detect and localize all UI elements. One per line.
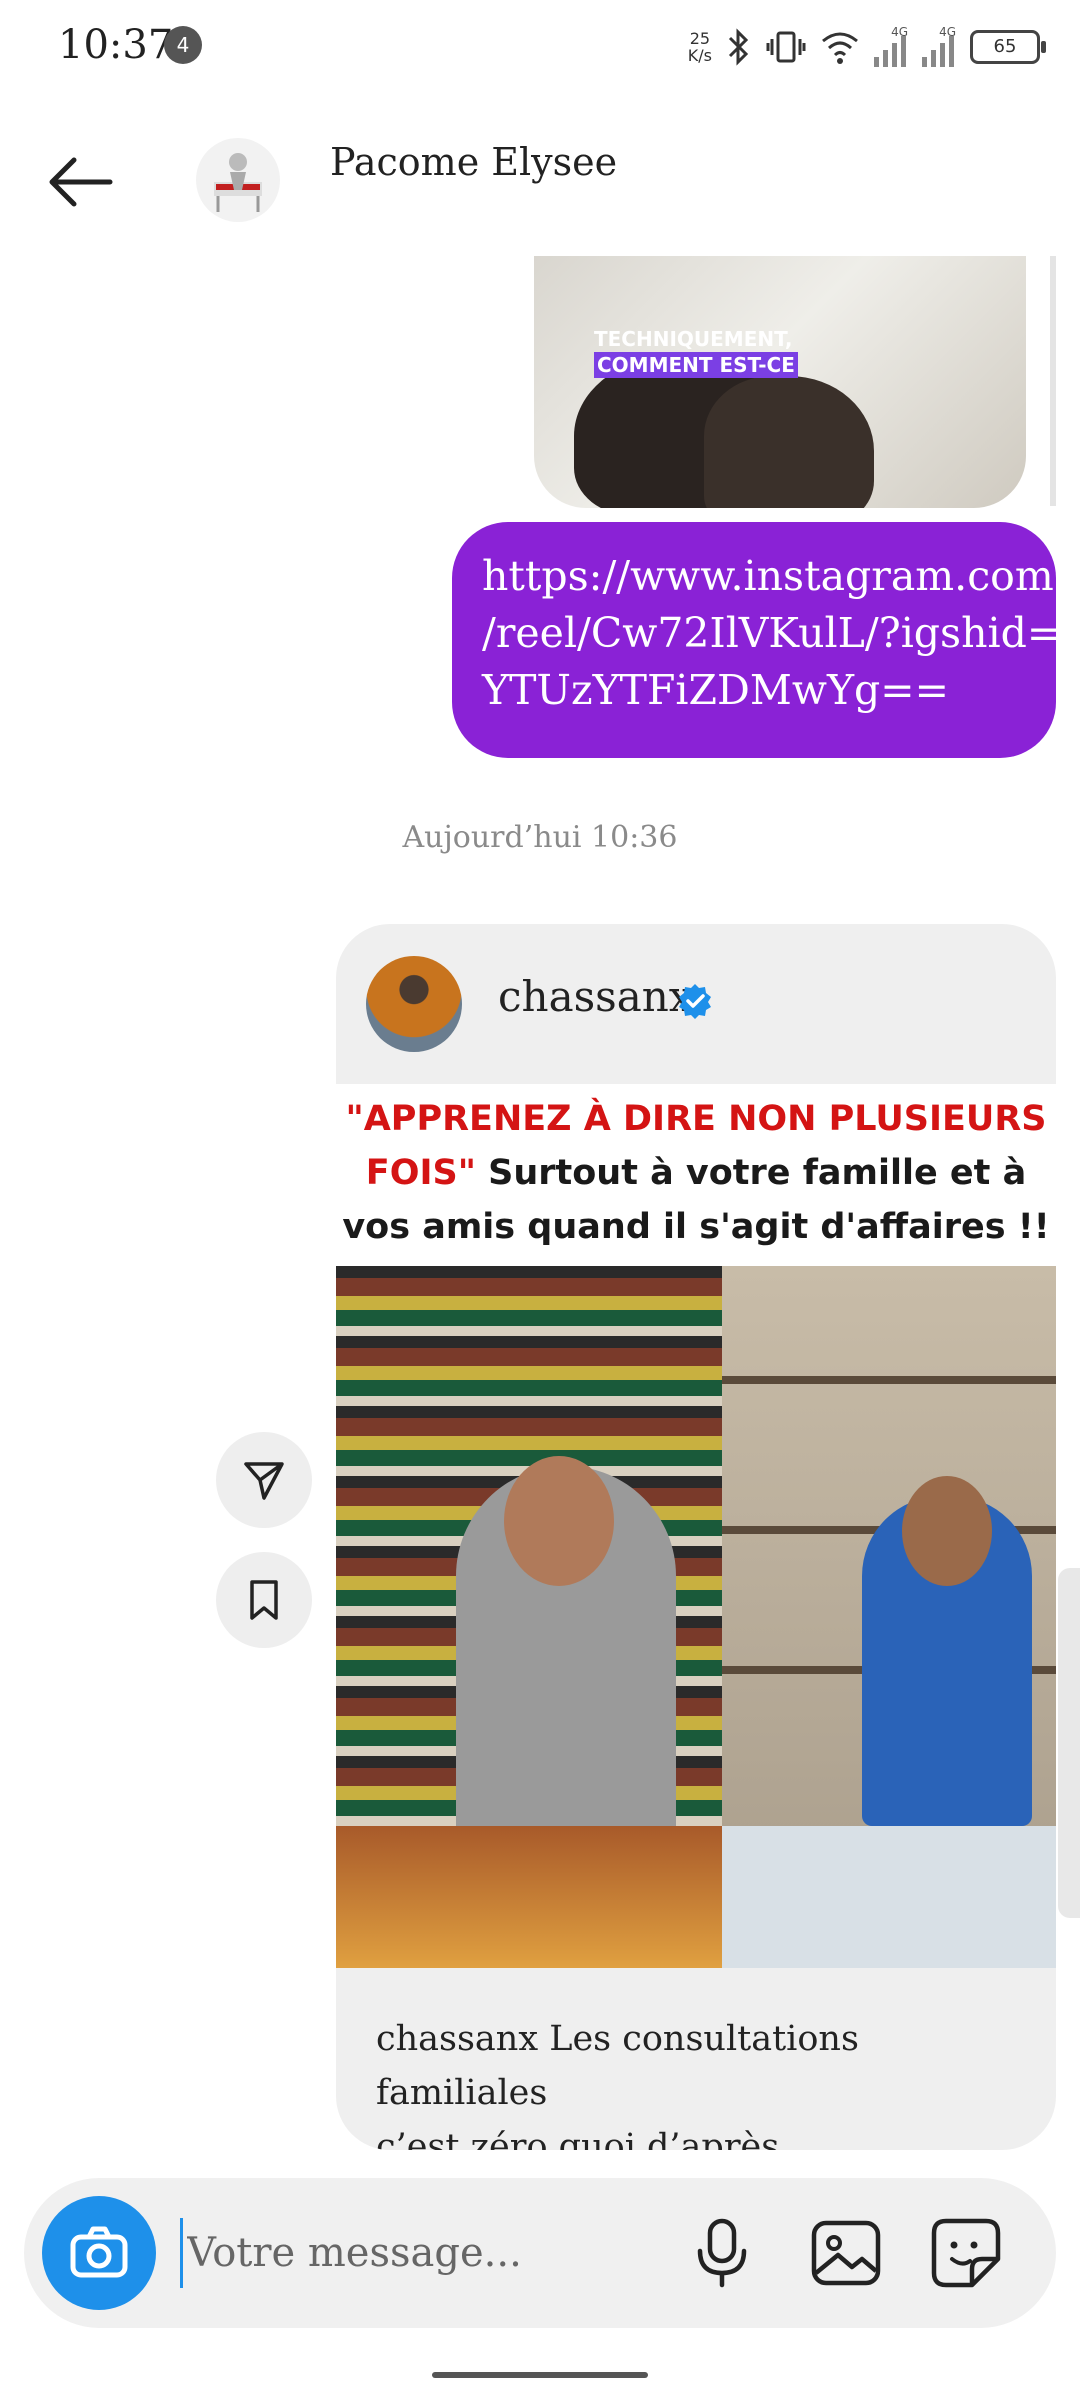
post-headline: "APPRENEZ À DIRE NON PLUSIEURS FOIS" Sur… (336, 1084, 1056, 1266)
notification-badge: 4 (164, 26, 202, 64)
video-message-thumbnail[interactable]: TECHNIQUEMENT, COMMENT EST-CE (534, 256, 1026, 508)
bookmark-icon (250, 1580, 278, 1620)
network-speed: 25 K/s (687, 29, 712, 65)
post-image-right-panel (722, 1266, 1056, 1968)
shared-post-card[interactable]: chassanx "APPRENEZ À DIRE NON PLUSIEURS … (336, 924, 1056, 2150)
chat-header: Pacome Elysee (0, 96, 1080, 256)
scrollbar-handle[interactable] (1058, 1568, 1080, 1918)
message-list[interactable]: TECHNIQUEMENT, COMMENT EST-CE https://ww… (0, 256, 1080, 2156)
gallery-icon[interactable] (808, 2215, 884, 2291)
scroll-track (1050, 256, 1056, 506)
status-icons: 25 K/s 4G 4G 65 (687, 22, 1046, 72)
home-indicator[interactable] (432, 2372, 648, 2378)
video-caption: TECHNIQUEMENT, COMMENT EST-CE (594, 326, 798, 378)
shared-post-header[interactable]: chassanx (336, 924, 1056, 1084)
message-input[interactable] (180, 2218, 707, 2288)
date-separator: Aujourd’hui 10:36 (402, 820, 678, 855)
post-caption[interactable]: chassanx Les consultations familiales c’… (376, 2012, 1036, 2150)
avatar-image (214, 153, 262, 212)
back-arrow-icon[interactable] (44, 146, 116, 218)
link-message-bubble[interactable]: https://www.instagram.com /reel/Cw72IlVK… (452, 522, 1061, 758)
contact-avatar[interactable] (196, 138, 280, 222)
bluetooth-icon (728, 28, 749, 66)
signal-strength-icon: 4G (874, 25, 908, 67)
battery-icon: 65 (970, 30, 1046, 64)
post-author-username[interactable]: chassanx (498, 972, 693, 1021)
post-image-left-panel (336, 1266, 722, 1968)
status-time: 10:37 (58, 22, 174, 68)
wifi-icon (822, 32, 858, 64)
camera-button[interactable] (42, 2196, 156, 2310)
contact-name[interactable]: Pacome Elysee (330, 140, 617, 184)
sticker-icon[interactable] (928, 2215, 1004, 2291)
message-composer (24, 2178, 1056, 2328)
link-line[interactable]: YTUzYTFiZDMwYg== (482, 662, 1026, 719)
vibrate-icon (766, 31, 806, 63)
status-bar: 10:37 4 25 K/s 4G 4G 65 (0, 0, 1080, 96)
save-button[interactable] (216, 1552, 312, 1648)
share-button[interactable] (216, 1432, 312, 1528)
post-image[interactable] (336, 1266, 1056, 1968)
post-author-avatar[interactable] (366, 956, 462, 1052)
send-icon (244, 1462, 284, 1500)
microphone-icon[interactable] (684, 2215, 760, 2291)
link-line[interactable]: /reel/Cw72IlVKulL/?igshid= (482, 605, 1061, 662)
verified-badge-icon (679, 984, 711, 1019)
signal-strength-icon: 4G (922, 25, 956, 67)
link-line[interactable]: https://www.instagram.com (482, 548, 1054, 605)
camera-icon (70, 2226, 128, 2278)
